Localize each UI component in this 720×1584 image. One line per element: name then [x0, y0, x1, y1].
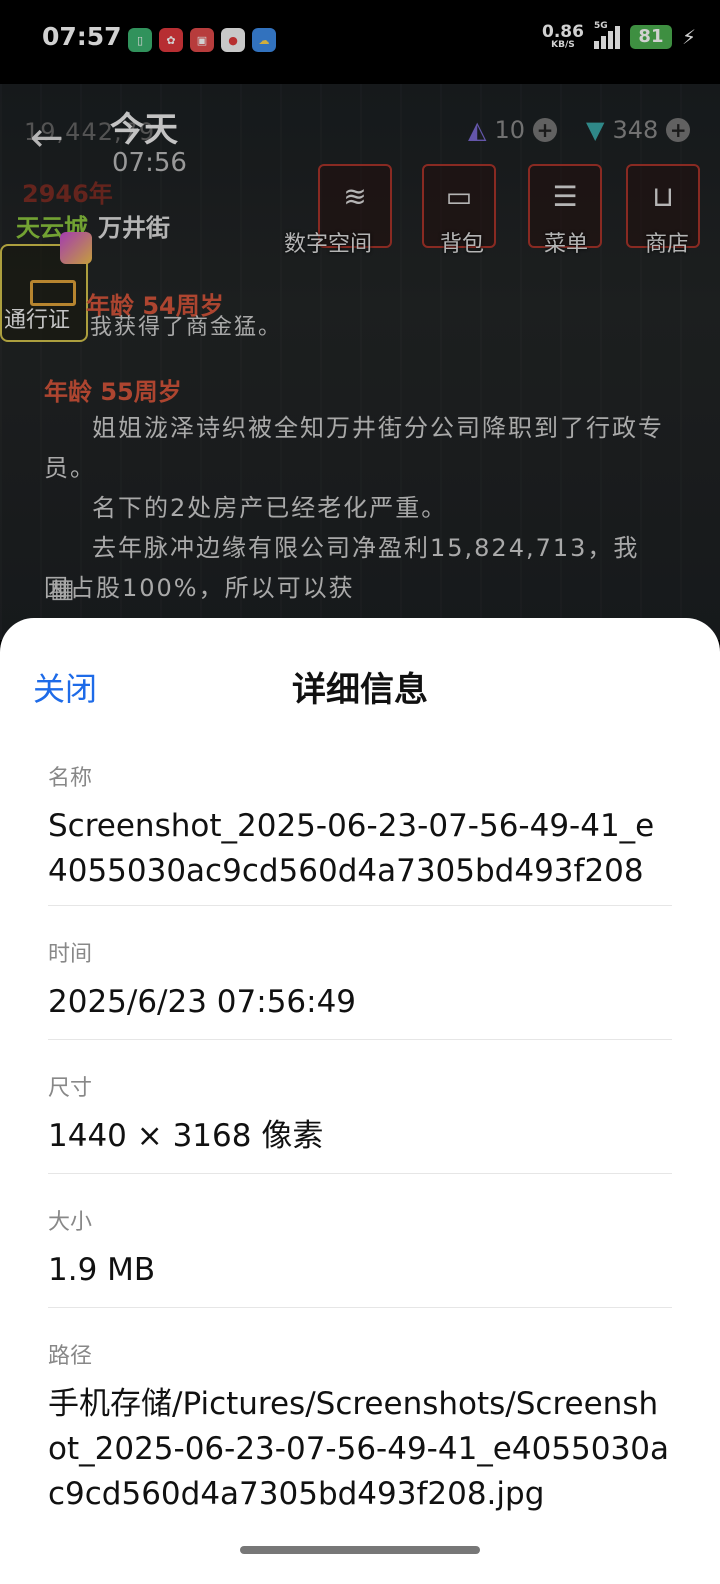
- age-heading: 年龄 55周岁: [44, 378, 182, 406]
- menu-label: 菜单: [544, 232, 589, 257]
- home-indicator[interactable]: [240, 1546, 480, 1554]
- backpack-label: 背包: [440, 232, 485, 257]
- add-icon[interactable]: +: [533, 118, 558, 142]
- triangle-icon: ◭: [468, 116, 487, 144]
- shop-label: 商店: [645, 232, 690, 257]
- field-name: 名称 Screenshot_2025-06-23-07-56-49-41_e40…: [48, 766, 655, 889]
- field-path: 路径 手机存储/Pictures/Screenshots/Screenshot_…: [48, 1344, 669, 1512]
- charging-icon: ⚡: [681, 25, 696, 49]
- divider: [48, 1039, 672, 1040]
- pass-label: 通行证: [4, 308, 71, 333]
- layers-icon: ≋: [343, 180, 367, 213]
- field-time: 时间 2025/6/23 07:56:49: [48, 942, 357, 1020]
- notification-icons: ▯ ✿ ▣ ● ☁: [128, 28, 276, 52]
- cart-icon: ⊔: [652, 180, 674, 213]
- app-red-icon: ✿: [159, 28, 183, 52]
- battery-icon: 81: [629, 25, 672, 49]
- qr-icon[interactable]: ▦: [50, 574, 75, 604]
- divider: [48, 905, 672, 906]
- status-indicators: 0.86 KB/S 5G 81 ⚡: [542, 21, 696, 50]
- story-fragment: 我获得了商金猛。: [90, 315, 283, 340]
- divider: [48, 1307, 672, 1308]
- resource-2: ▼ 348 +: [586, 116, 691, 144]
- location: 天云城 万井街: [16, 214, 170, 242]
- sheet-title: 详细信息: [292, 670, 428, 710]
- game-year: 2946年: [22, 180, 113, 208]
- gem-icon: ▼: [586, 116, 605, 144]
- map-pin-icon: ●: [221, 28, 245, 52]
- divider: [48, 1173, 672, 1174]
- details-sheet: 关闭 详细信息 名称 Screenshot_2025-06-23-07-56-4…: [0, 618, 720, 1584]
- story-text: 姐姐泷泽诗织被全知万井街分公司降职到了行政专员。 名下的2处房产已经老化严重。 …: [44, 414, 664, 602]
- list-icon: ☰: [552, 180, 578, 213]
- sim-icon: ▯: [128, 28, 152, 52]
- status-time: 07:57: [42, 22, 122, 51]
- app-red2-icon: ▣: [190, 28, 214, 52]
- game-background: 19,442,79 ← 今天 07:56 2946年 ◭ 10 + ▼ 348 …: [0, 84, 720, 640]
- field-dimensions: 尺寸 1440 × 3168 像素: [48, 1076, 324, 1154]
- game-title: 今天: [110, 110, 178, 150]
- field-size: 大小 1.9 MB: [48, 1210, 156, 1288]
- digital-space-label: 数字空间: [284, 232, 373, 257]
- add-icon[interactable]: +: [666, 118, 691, 142]
- net-speed: 0.86 KB/S: [542, 22, 584, 50]
- gift-cube-icon: [60, 232, 92, 264]
- bag-icon: ▭: [445, 180, 473, 213]
- signal-icon: 5G: [593, 21, 620, 49]
- weather-icon: ☁: [252, 28, 276, 52]
- back-arrow-icon[interactable]: ←: [30, 118, 64, 158]
- status-bar: 07:57 ▯ ✿ ▣ ● ☁ 0.86 KB/S 5G 81 ⚡: [0, 0, 720, 84]
- resource-1: ◭ 10 +: [468, 116, 558, 144]
- game-time: 07:56: [112, 148, 187, 178]
